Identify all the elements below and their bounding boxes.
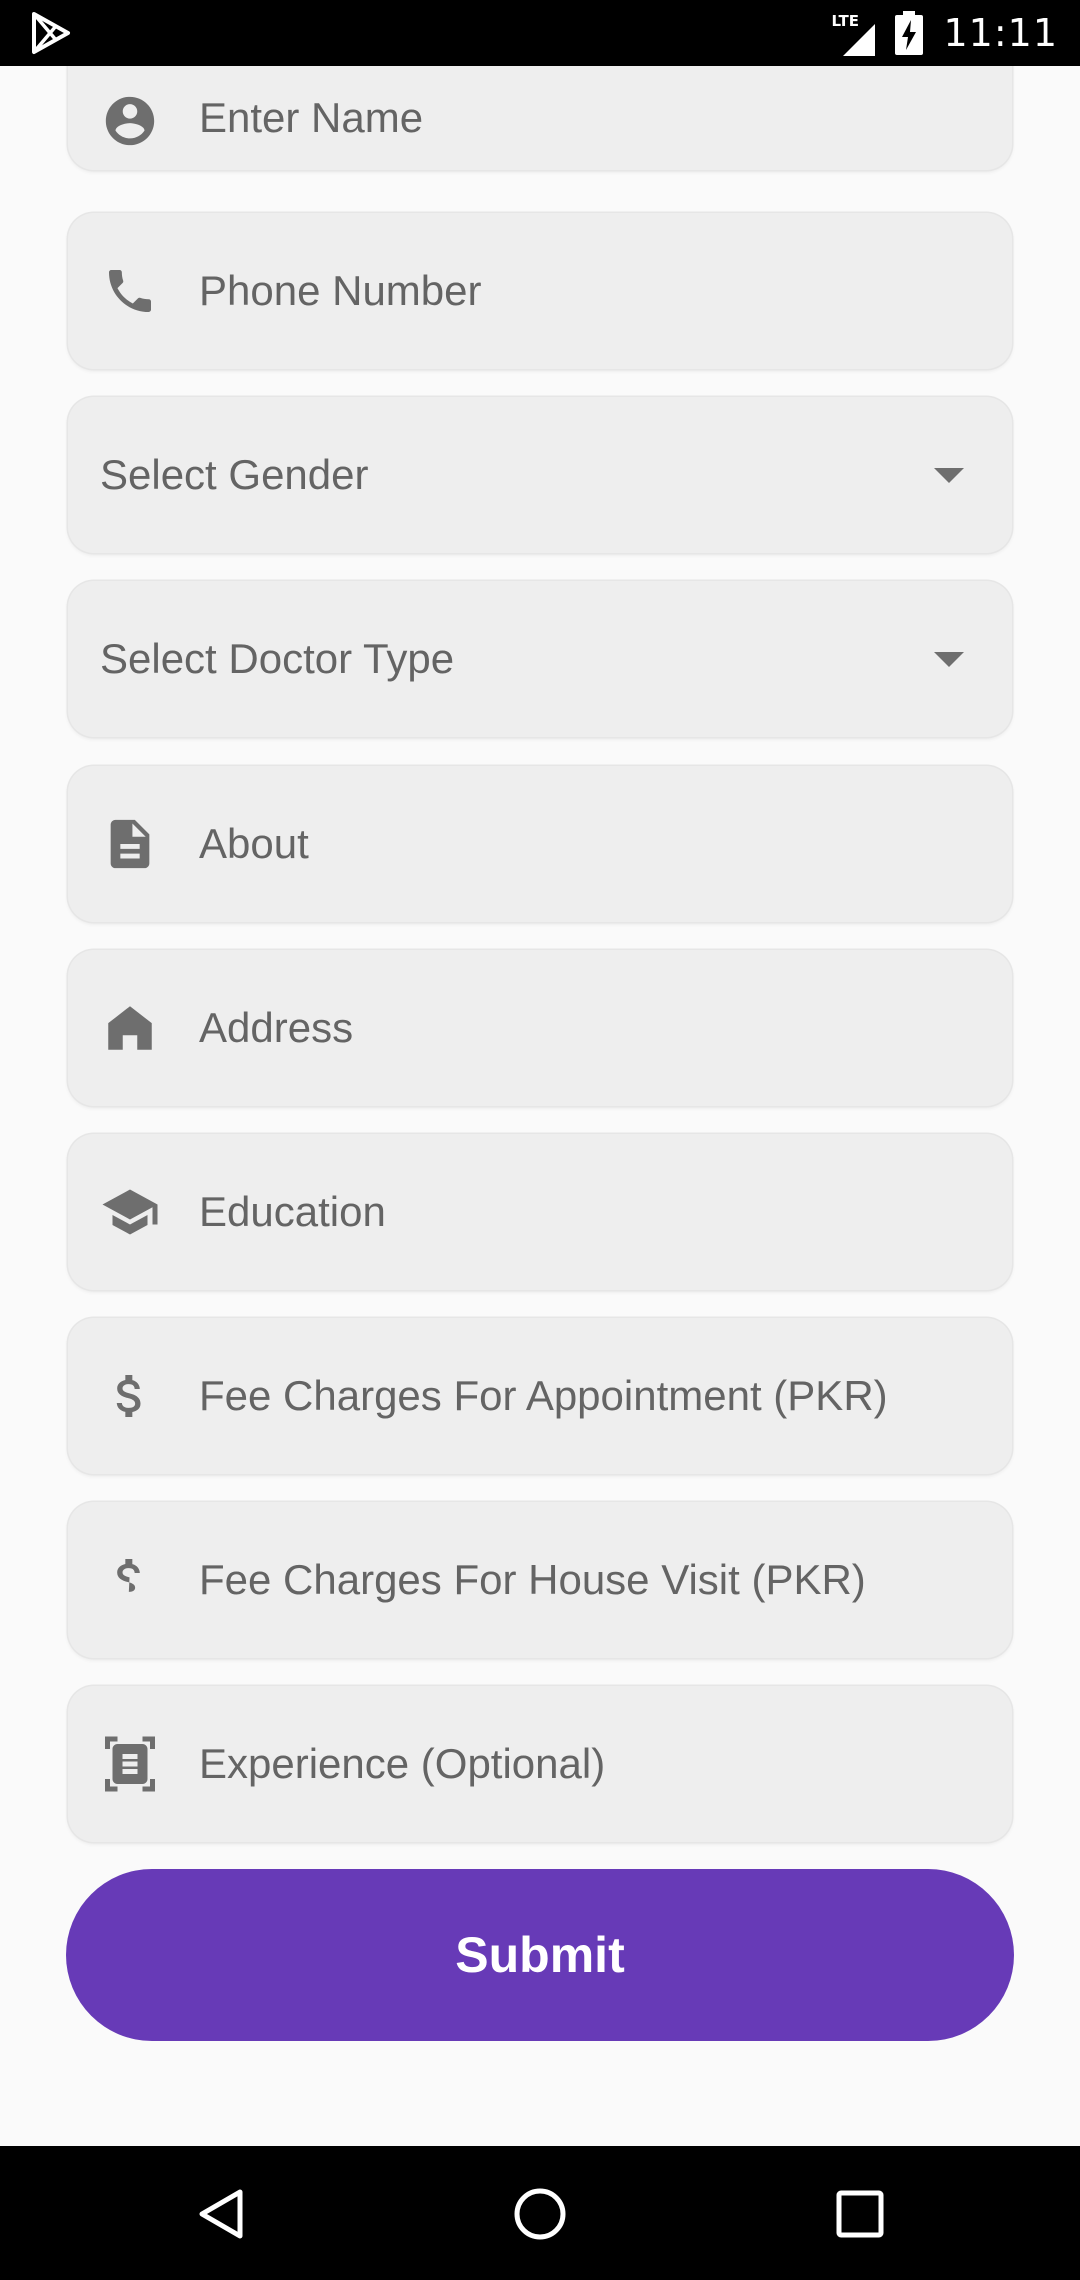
arrow-drop-down-icon: [934, 651, 964, 667]
dollar-icon: [100, 1550, 160, 1610]
back-icon[interactable]: [184, 2176, 260, 2252]
phone-icon: [100, 261, 160, 321]
clock-time: 11:11: [943, 11, 1058, 55]
phone-number-field[interactable]: Phone Number: [68, 213, 1012, 369]
address-placeholder: Address: [199, 1004, 354, 1051]
document-scanner-icon: [100, 1734, 160, 1794]
name-field-placeholder: Enter Name: [199, 94, 424, 141]
recents-icon[interactable]: [822, 2176, 898, 2252]
description-icon: [100, 814, 160, 874]
navigation-bar: [0, 2146, 1080, 2280]
play-store-icon: [32, 12, 70, 54]
gender-select-placeholder: Select Gender: [100, 451, 369, 498]
doctor-type-select[interactable]: Select Doctor Type: [68, 581, 1012, 737]
about-field[interactable]: About: [68, 766, 1012, 922]
about-placeholder: About: [199, 820, 309, 867]
signal-icon: LTE: [829, 8, 881, 58]
account-circle-icon: [100, 91, 160, 151]
battery-charging-icon: [895, 11, 924, 55]
home-icon: [100, 998, 160, 1058]
house-visit-fee-placeholder: Fee Charges For House Visit (PKR): [199, 1556, 866, 1603]
dollar-icon: [100, 1366, 160, 1426]
submit-button[interactable]: Submit: [66, 1869, 1014, 2041]
doctor-registration-form: Enter Name Phone Number Select Gender Se…: [0, 66, 1080, 2146]
phone-number-placeholder: Phone Number: [199, 267, 482, 314]
arrow-drop-down-icon: [934, 467, 964, 483]
experience-field[interactable]: Experience (Optional): [68, 1686, 1012, 1842]
school-icon: [100, 1182, 160, 1242]
experience-placeholder: Experience (Optional): [199, 1740, 606, 1787]
education-placeholder: Education: [199, 1188, 386, 1235]
appointment-fee-field[interactable]: Fee Charges For Appointment (PKR): [68, 1318, 1012, 1474]
name-field[interactable]: Enter Name: [68, 66, 1012, 170]
doctor-type-select-placeholder: Select Doctor Type: [100, 635, 455, 682]
gender-select[interactable]: Select Gender: [68, 397, 1012, 553]
address-field[interactable]: Address: [68, 950, 1012, 1106]
home-icon[interactable]: [502, 2176, 578, 2252]
status-bar: LTE 11:11: [0, 0, 1080, 66]
education-field[interactable]: Education: [68, 1134, 1012, 1290]
appointment-fee-placeholder: Fee Charges For Appointment (PKR): [199, 1372, 888, 1419]
house-visit-fee-field[interactable]: Fee Charges For House Visit (PKR): [68, 1502, 1012, 1658]
